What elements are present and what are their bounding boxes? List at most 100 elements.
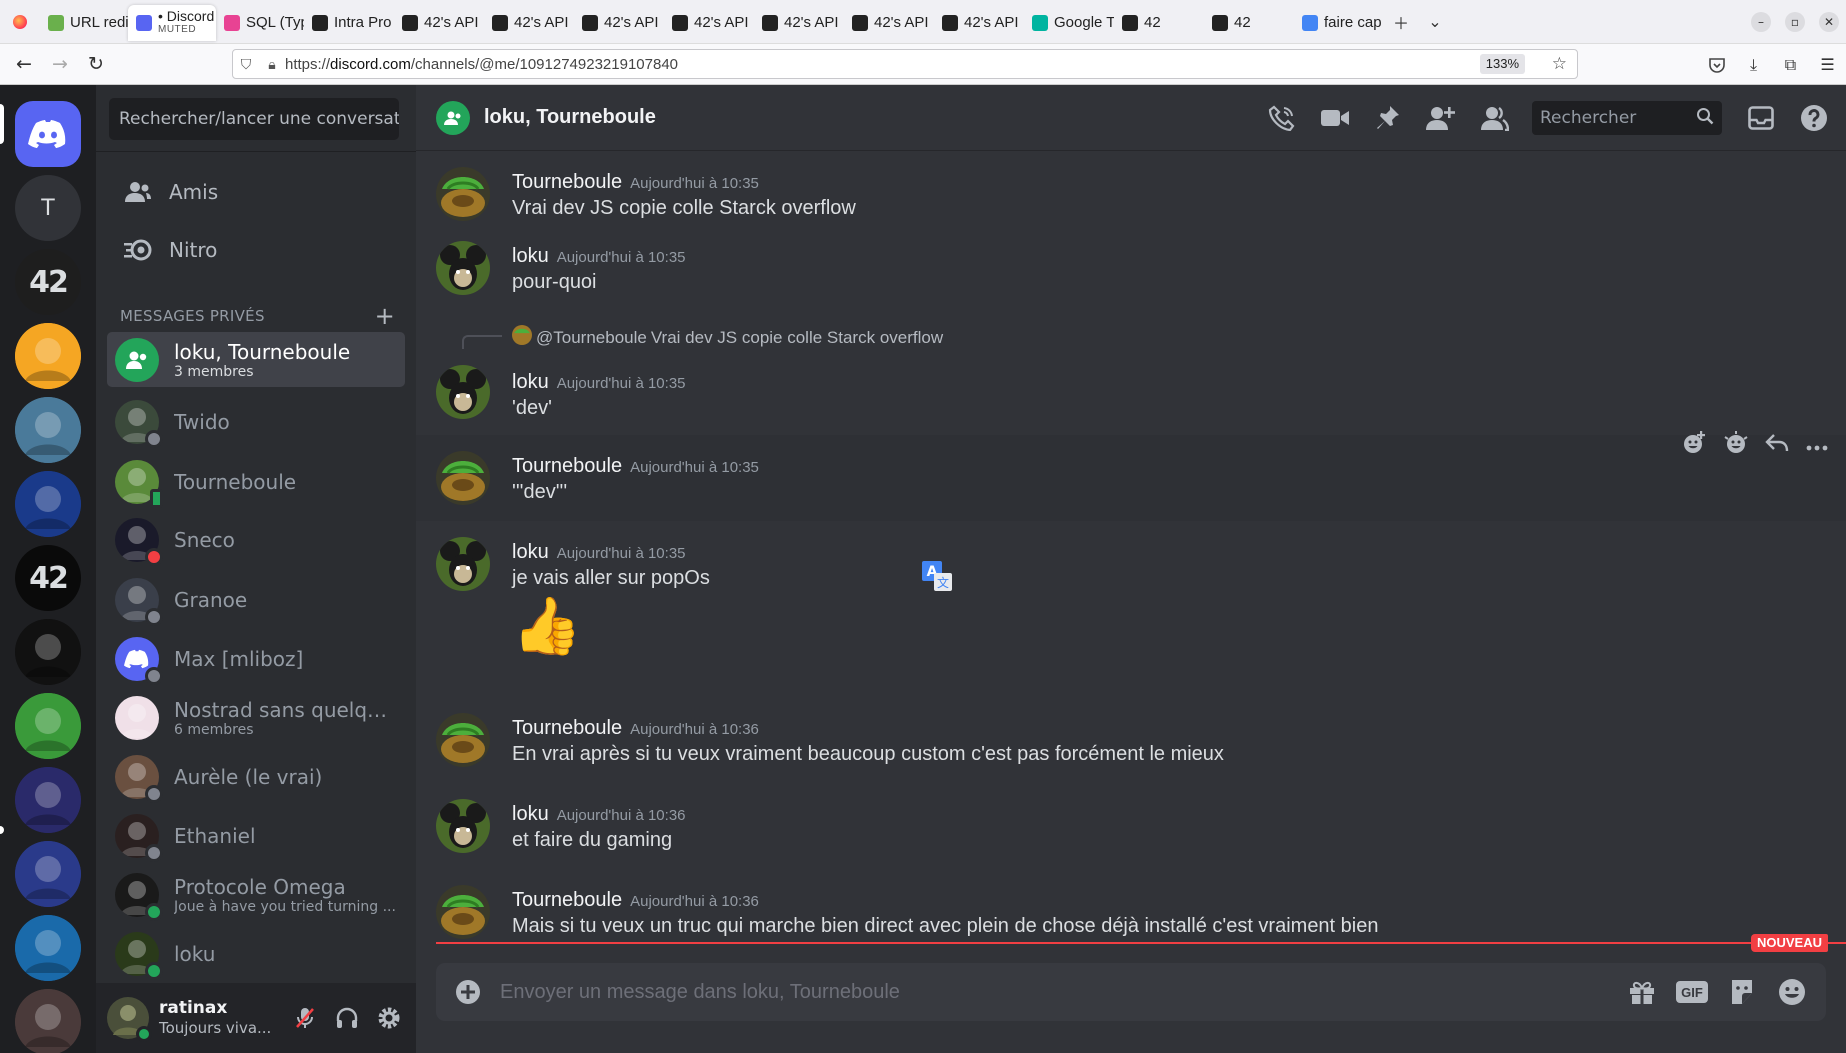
message-author[interactable]: Tourneboule <box>512 717 622 740</box>
back-button[interactable]: ← <box>6 46 42 82</box>
new-tab-button[interactable]: ＋ <box>1384 0 1418 44</box>
emoji-picker-icon[interactable] <box>1770 972 1814 1012</box>
extensions-icon[interactable]: ⧉ <box>1772 47 1809 83</box>
dm-item[interactable]: Ethaniel <box>107 808 405 863</box>
author-avatar[interactable] <box>436 537 490 591</box>
add-reaction-icon[interactable] <box>1682 431 1706 459</box>
author-avatar[interactable] <box>436 799 490 853</box>
message-composer[interactable]: Envoyer un message dans loku, Tourneboul… <box>436 963 1826 1021</box>
message-author[interactable]: Tourneboule <box>512 455 622 478</box>
author-avatar[interactable] <box>436 451 490 505</box>
forward-button[interactable]: → <box>42 46 78 82</box>
server-icon[interactable]: 42 <box>15 249 81 315</box>
minimize-button[interactable]: – <box>1744 0 1778 44</box>
server-icon[interactable] <box>15 915 81 981</box>
author-avatar[interactable] <box>436 713 490 767</box>
browser-tab[interactable]: Google T <box>1024 5 1114 41</box>
firefox-menu-icon[interactable] <box>0 0 40 44</box>
dm-item[interactable]: Tourneboule <box>107 454 405 509</box>
start-video-call-icon[interactable] <box>1308 98 1361 138</box>
zoom-level[interactable]: 133% <box>1479 54 1525 74</box>
lock-icon[interactable]: 🔒︎ <box>259 56 285 73</box>
headphones-icon[interactable] <box>328 999 366 1037</box>
sidebar-item-friends[interactable]: Amis <box>107 166 405 218</box>
dm-item[interactable]: Granoe <box>107 572 405 627</box>
server-icon[interactable] <box>15 397 81 463</box>
server-icon[interactable] <box>15 989 81 1053</box>
author-avatar[interactable] <box>436 241 490 295</box>
dm-item[interactable]: Sneco <box>107 512 405 567</box>
sticker-icon[interactable] <box>1720 972 1764 1012</box>
server-icon[interactable] <box>15 619 81 685</box>
server-icon[interactable]: T <box>15 175 81 241</box>
mute-microphone-icon[interactable] <box>286 999 324 1037</box>
message[interactable]: loku Aujourd'hui à 10:35 je vais aller sur… <box>416 521 1846 697</box>
browser-tab[interactable]: 42's API <box>754 5 844 41</box>
sidebar-item-nitro[interactable]: Nitro <box>107 224 405 276</box>
server-icon[interactable] <box>15 693 81 759</box>
url-bar[interactable]: ⛉ 🔒︎ https://discord.com/channels/@me/10… <box>232 49 1578 79</box>
dm-item[interactable]: Nostrad sans quelqu'u... 6 membres <box>107 690 405 745</box>
dm-item[interactable]: Max [mliboz] <box>107 631 405 686</box>
restore-button[interactable]: ▫ <box>1778 0 1812 44</box>
message-author[interactable]: loku <box>512 541 549 564</box>
message-author[interactable]: loku <box>512 245 549 268</box>
reload-button[interactable]: ↻ <box>78 46 114 82</box>
translate-icon[interactable]: A文 <box>922 561 952 591</box>
reply-reference[interactable]: @Tourneboule Vrai dev JS copie colle Star… <box>512 325 943 350</box>
discord-home-icon[interactable] <box>15 101 81 167</box>
message-input-placeholder[interactable]: Envoyer un message dans loku, Tourneboul… <box>500 981 1620 1004</box>
browser-tab[interactable]: Intra Pro <box>304 5 394 41</box>
bookmark-star-icon[interactable]: ☆ <box>1552 54 1567 74</box>
help-icon[interactable] <box>1787 98 1840 138</box>
dm-item[interactable]: Aurèle (le vrai) <box>107 749 405 804</box>
author-avatar[interactable] <box>436 365 490 419</box>
message-author[interactable]: Tourneboule <box>512 889 622 912</box>
dm-item[interactable]: loku, Tourneboule 3 membres <box>107 332 405 387</box>
message[interactable]: loku Aujourd'hui à 10:36 et faire du gamin… <box>416 783 1846 869</box>
message-author[interactable]: loku <box>512 371 549 394</box>
message-author[interactable]: loku <box>512 803 549 826</box>
browser-tab[interactable]: 42's API <box>394 5 484 41</box>
pocket-icon[interactable] <box>1698 47 1735 83</box>
start-voice-call-icon[interactable] <box>1255 98 1308 138</box>
inbox-icon[interactable] <box>1734 98 1787 138</box>
reply-arrow-icon[interactable] <box>1765 433 1789 457</box>
member-list-icon[interactable] <box>1467 98 1520 138</box>
browser-tab[interactable]: faire cap <box>1294 5 1384 41</box>
browser-tab[interactable]: 42's API <box>934 5 1024 41</box>
message[interactable]: @Tourneboule Vrai dev JS copie colle Star… <box>416 311 1846 435</box>
message[interactable]: loku Aujourd'hui à 10:35 pour-quoi <box>416 225 1846 311</box>
user-avatar[interactable] <box>107 997 152 1042</box>
server-icon[interactable] <box>15 323 81 389</box>
dm-item[interactable]: Protocole Omega Joue à have you tried tur… <box>107 867 405 922</box>
upload-attachment-icon[interactable] <box>436 979 500 1005</box>
server-icon[interactable] <box>15 471 81 537</box>
server-icon[interactable]: 42 <box>15 545 81 611</box>
pinned-messages-icon[interactable] <box>1361 98 1414 138</box>
browser-tab[interactable]: URL redi <box>40 5 128 41</box>
author-avatar[interactable] <box>436 167 490 221</box>
app-menu-icon[interactable]: ☰ <box>1809 47 1846 83</box>
browser-tab[interactable]: • DiscordMUTED✕ <box>128 4 216 41</box>
message-search-input[interactable]: Rechercher <box>1532 101 1722 135</box>
gift-icon[interactable] <box>1620 972 1664 1012</box>
browser-tab[interactable]: 42's API <box>484 5 574 41</box>
browser-tab[interactable]: 42 <box>1114 5 1204 41</box>
browser-tab[interactable]: 42's API <box>664 5 754 41</box>
browser-tab[interactable]: 42's API <box>574 5 664 41</box>
message[interactable]: Tourneboule Aujourd'hui à 10:35 Vrai dev J… <box>416 151 1846 225</box>
gif-picker-button[interactable]: GIF <box>1670 972 1714 1012</box>
tab-list-dropdown-icon[interactable]: ⌄ <box>1418 0 1452 44</box>
message-author[interactable]: Tourneboule <box>512 171 622 194</box>
create-dm-icon[interactable]: + <box>375 302 395 330</box>
dm-item[interactable]: Twido <box>107 394 405 449</box>
browser-tab[interactable]: 42 <box>1204 5 1294 41</box>
user-settings-gear-icon[interactable] <box>370 999 408 1037</box>
browser-tab[interactable]: 42's API <box>844 5 934 41</box>
server-icon[interactable] <box>15 841 81 907</box>
downloads-icon[interactable]: ⤓ <box>1735 47 1772 83</box>
tracking-shield-icon[interactable]: ⛉ <box>233 56 259 73</box>
more-options-icon[interactable] <box>1806 436 1828 455</box>
server-icon[interactable] <box>15 767 81 833</box>
